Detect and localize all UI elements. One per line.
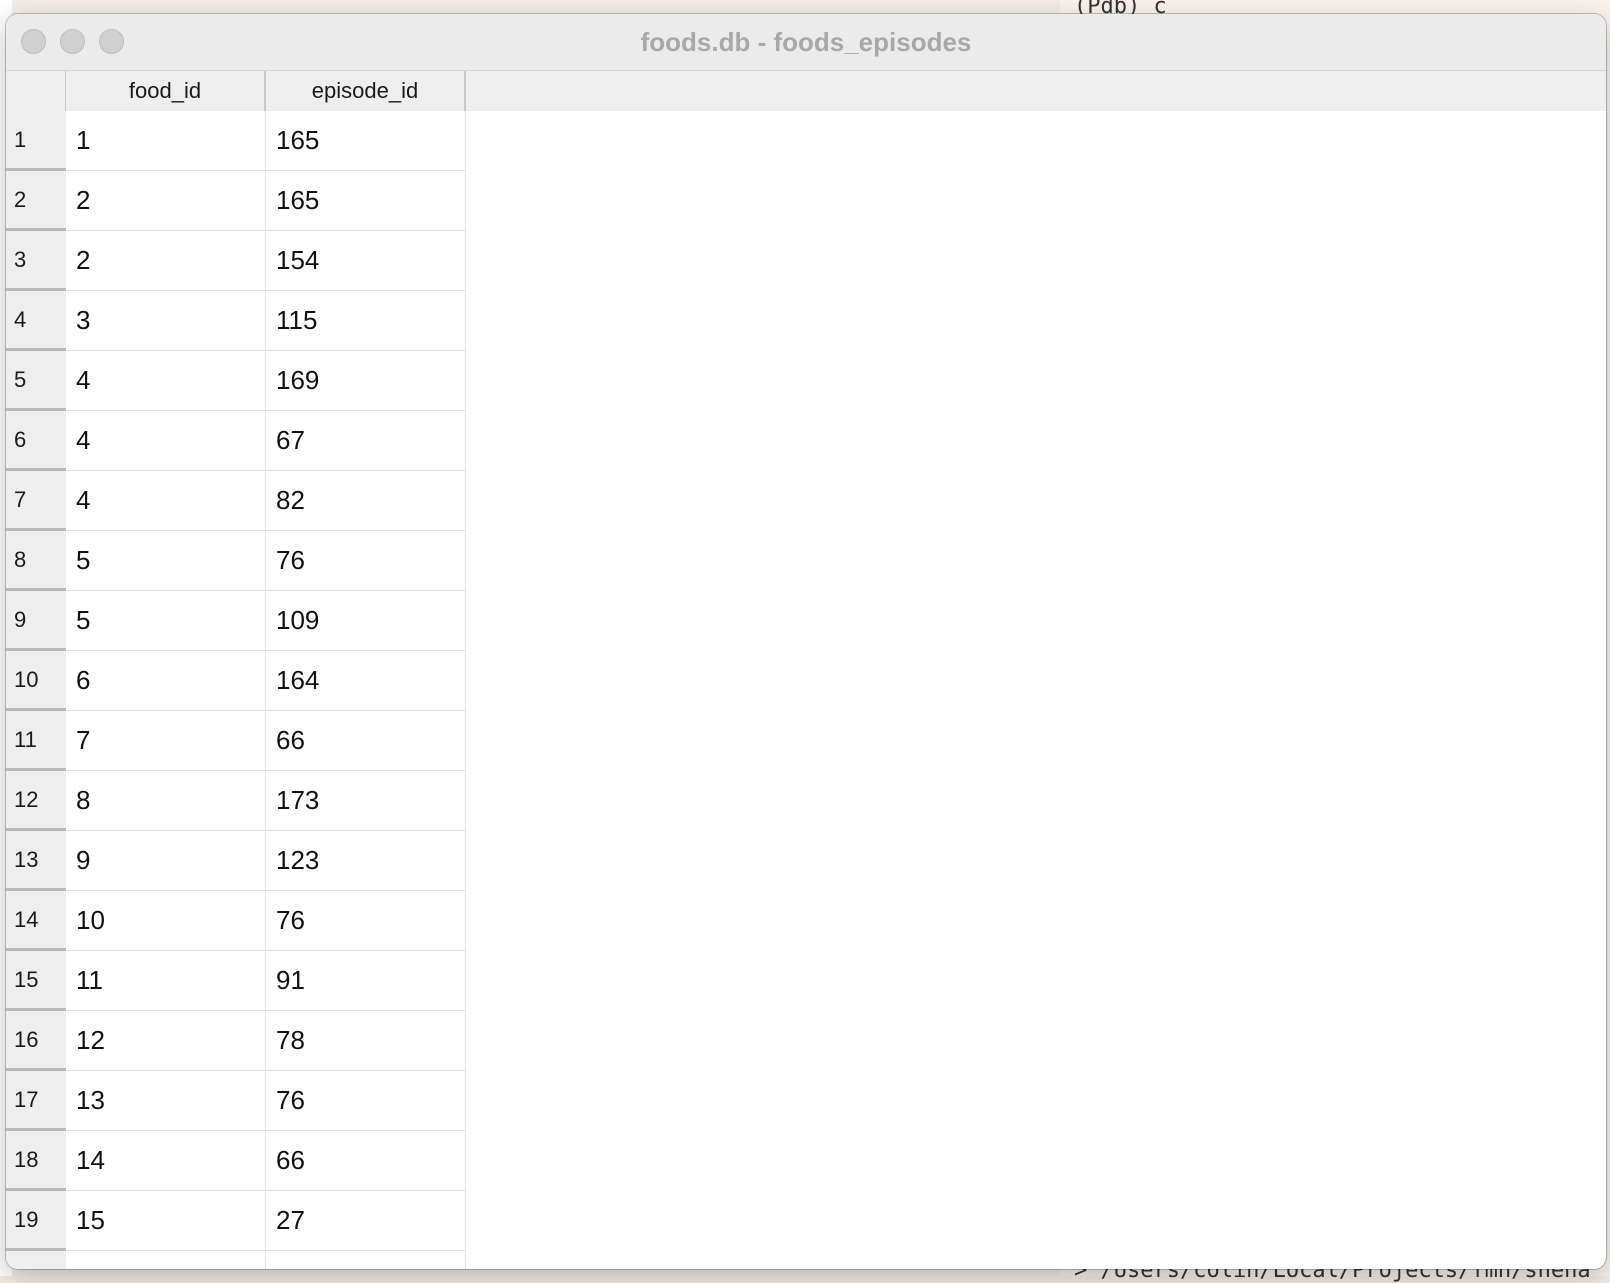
table-row[interactable]: 4 3 115 (6, 291, 1606, 351)
table-row[interactable]: 19 15 27 (6, 1191, 1606, 1251)
table-row[interactable]: 13 9 123 (6, 831, 1606, 891)
column-header-episode-id[interactable]: episode_id (266, 71, 466, 111)
row-number[interactable]: 6 (6, 411, 66, 471)
cell-episode-id[interactable]: 165 (266, 111, 466, 171)
cell-episode-id[interactable]: 76 (266, 1071, 466, 1131)
row-number[interactable]: 10 (6, 651, 66, 711)
row-number[interactable]: 4 (6, 291, 66, 351)
table-row[interactable] (6, 1251, 1606, 1269)
row-number[interactable]: 8 (6, 531, 66, 591)
row-number[interactable]: 3 (6, 231, 66, 291)
cell-food-id[interactable]: 4 (66, 411, 266, 471)
header-corner[interactable] (6, 71, 66, 111)
cell-food-id[interactable]: 2 (66, 171, 266, 231)
cell-food-id[interactable]: 10 (66, 891, 266, 951)
cell-episode-id[interactable]: 67 (266, 411, 466, 471)
cell-food-id[interactable]: 5 (66, 531, 266, 591)
cell-food-id[interactable]: 2 (66, 231, 266, 291)
cell-episode-id[interactable]: 78 (266, 1011, 466, 1071)
cell-food-id[interactable]: 13 (66, 1071, 266, 1131)
row-number[interactable]: 14 (6, 891, 66, 951)
cell-episode-id[interactable]: 115 (266, 291, 466, 351)
cell-food-id[interactable]: 11 (66, 951, 266, 1011)
table-row[interactable]: 18 14 66 (6, 1131, 1606, 1191)
row-number[interactable]: 15 (6, 951, 66, 1011)
cell-food-id[interactable]: 15 (66, 1191, 266, 1251)
cell-episode-id[interactable]: 173 (266, 771, 466, 831)
table-row[interactable]: 1 1 165 (6, 111, 1606, 171)
cell-episode-id[interactable]: 66 (266, 711, 466, 771)
cell-food-id[interactable]: 12 (66, 1011, 266, 1071)
row-number[interactable]: 19 (6, 1191, 66, 1251)
cell-food-id[interactable]: 4 (66, 351, 266, 411)
row-number[interactable]: 18 (6, 1131, 66, 1191)
cell-episode-id[interactable]: 76 (266, 531, 466, 591)
cell-food-id[interactable]: 7 (66, 711, 266, 771)
table-row[interactable]: 3 2 154 (6, 231, 1606, 291)
table-row[interactable]: 7 4 82 (6, 471, 1606, 531)
row-number[interactable]: 5 (6, 351, 66, 411)
row-number[interactable]: 1 (6, 111, 66, 171)
cell-food-id[interactable] (66, 1251, 266, 1269)
cell-episode-id[interactable]: 66 (266, 1131, 466, 1191)
row-number[interactable]: 2 (6, 171, 66, 231)
table-row[interactable]: 12 8 173 (6, 771, 1606, 831)
table-row[interactable]: 10 6 164 (6, 651, 1606, 711)
title-bar[interactable]: foods.db - foods_episodes (6, 14, 1606, 71)
table-row[interactable]: 11 7 66 (6, 711, 1606, 771)
cell-food-id[interactable]: 8 (66, 771, 266, 831)
row-number[interactable]: 7 (6, 471, 66, 531)
cell-episode-id[interactable]: 154 (266, 231, 466, 291)
cell-episode-id[interactable]: 123 (266, 831, 466, 891)
cell-episode-id[interactable]: 82 (266, 471, 466, 531)
table-row[interactable]: 6 4 67 (6, 411, 1606, 471)
table-row[interactable]: 8 5 76 (6, 531, 1606, 591)
table-row[interactable]: 9 5 109 (6, 591, 1606, 651)
table-row[interactable]: 17 13 76 (6, 1071, 1606, 1131)
window-title: foods.db - foods_episodes (640, 27, 972, 57)
row-number[interactable]: 12 (6, 771, 66, 831)
table-row[interactable]: 16 12 78 (6, 1011, 1606, 1071)
cell-food-id[interactable]: 9 (66, 831, 266, 891)
cell-episode-id[interactable]: 109 (266, 591, 466, 651)
table-row[interactable]: 15 11 91 (6, 951, 1606, 1011)
table-row[interactable]: 5 4 169 (6, 351, 1606, 411)
table-row[interactable]: 14 10 76 (6, 891, 1606, 951)
row-number[interactable]: 11 (6, 711, 66, 771)
cell-food-id[interactable]: 3 (66, 291, 266, 351)
cell-episode-id[interactable] (266, 1251, 466, 1269)
table-row[interactable]: 2 2 165 (6, 171, 1606, 231)
cell-food-id[interactable]: 1 (66, 111, 266, 171)
cell-episode-id[interactable]: 169 (266, 351, 466, 411)
row-number[interactable]: 13 (6, 831, 66, 891)
cell-episode-id[interactable]: 164 (266, 651, 466, 711)
cell-episode-id[interactable]: 27 (266, 1191, 466, 1251)
column-header-food-id[interactable]: food_id (66, 71, 266, 111)
row-number[interactable] (6, 1251, 66, 1269)
row-number[interactable]: 16 (6, 1011, 66, 1071)
cell-food-id[interactable]: 6 (66, 651, 266, 711)
cell-food-id[interactable]: 14 (66, 1131, 266, 1191)
cell-food-id[interactable]: 5 (66, 591, 266, 651)
cell-episode-id[interactable]: 76 (266, 891, 466, 951)
data-grid[interactable]: food_id episode_id 1 1 165 2 2 165 3 2 154 4 3 115 5… (6, 71, 1606, 1269)
table-viewer-window: foods.db - foods_episodes food_id episod… (6, 14, 1606, 1269)
row-number[interactable]: 17 (6, 1071, 66, 1131)
row-number[interactable]: 9 (6, 591, 66, 651)
column-header-row: food_id episode_id (6, 71, 1606, 111)
cell-food-id[interactable]: 4 (66, 471, 266, 531)
table-body: 1 1 165 2 2 165 3 2 154 4 3 115 5 4 169 6 4 67 7 4 82 8 5 76 9 5 1… (6, 111, 1606, 1269)
cell-episode-id[interactable]: 91 (266, 951, 466, 1011)
cell-episode-id[interactable]: 165 (266, 171, 466, 231)
